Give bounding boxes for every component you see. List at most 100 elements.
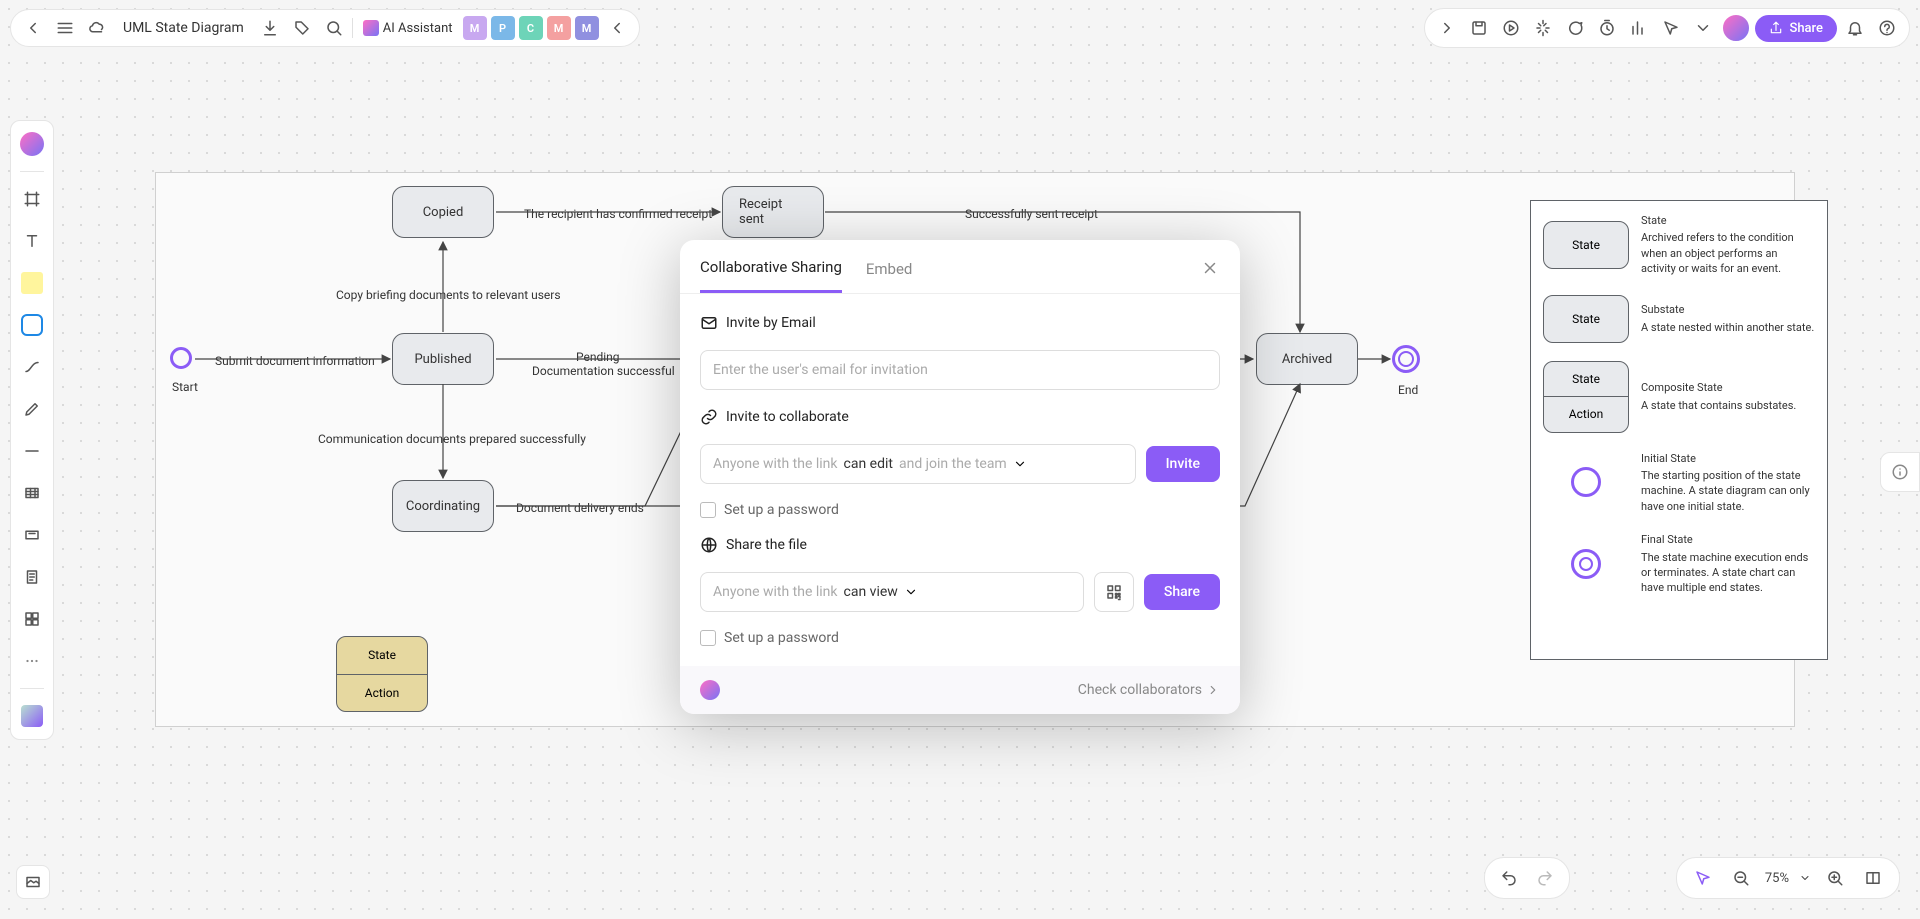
tab-embed[interactable]: Embed xyxy=(866,260,913,292)
redo-button[interactable] xyxy=(1531,864,1559,892)
document-tool[interactable] xyxy=(17,562,47,592)
document-title[interactable]: UML State Diagram xyxy=(115,20,252,36)
fit-screen-button[interactable] xyxy=(1859,864,1887,892)
invite-email-section-label: Invite by Email xyxy=(700,314,1220,332)
legend-substate-box: State xyxy=(1543,295,1629,343)
invite-button[interactable]: Invite xyxy=(1146,446,1220,482)
edge-label: Documentation successful xyxy=(532,364,675,378)
collaborator-avatar[interactable]: P xyxy=(491,16,515,40)
chevron-right-icon xyxy=(1206,681,1220,699)
chart-icon[interactable] xyxy=(1625,14,1653,42)
frame-tool[interactable] xyxy=(17,184,47,214)
edge-label: The recipient has confirmed receipt xyxy=(524,207,712,221)
share-file-section-label: Share the file xyxy=(700,536,1220,554)
play-icon[interactable] xyxy=(1497,14,1525,42)
collaborator-avatar[interactable]: M xyxy=(575,16,599,40)
save-icon[interactable] xyxy=(1465,14,1493,42)
comment-icon[interactable] xyxy=(1561,14,1589,42)
legend-panel: State StateArchived refers to the condit… xyxy=(1530,200,1828,660)
email-icon xyxy=(700,314,718,332)
brand-logo-icon xyxy=(700,680,720,700)
collapse-right-icon[interactable] xyxy=(603,14,631,42)
close-icon[interactable] xyxy=(1198,256,1222,280)
email-input[interactable] xyxy=(700,350,1220,390)
share-file-button[interactable]: Share xyxy=(1144,574,1220,610)
undo-button[interactable] xyxy=(1495,864,1523,892)
state-node-coordinating[interactable]: Coordinating xyxy=(392,480,494,532)
tab-collaborative-sharing[interactable]: Collaborative Sharing xyxy=(700,258,842,293)
end-label: End xyxy=(1398,383,1418,397)
state-node-archived[interactable]: Archived xyxy=(1256,333,1358,385)
collaborator-avatar[interactable]: M xyxy=(547,16,571,40)
invite-collaborate-section-label: Invite to collaborate xyxy=(700,408,1220,426)
more-tools[interactable] xyxy=(17,646,47,676)
more-options-icon[interactable] xyxy=(1689,14,1717,42)
zoom-out-button[interactable] xyxy=(1727,864,1755,892)
text-tool[interactable] xyxy=(17,226,47,256)
initial-state-node[interactable] xyxy=(170,347,192,369)
tag-button[interactable] xyxy=(288,14,316,42)
state-node-published[interactable]: Published xyxy=(392,333,494,385)
collaborator-avatar[interactable]: C xyxy=(519,16,543,40)
free-composite-node[interactable]: State Action xyxy=(336,636,428,712)
pen-tool[interactable] xyxy=(17,394,47,424)
menu-button[interactable] xyxy=(51,14,79,42)
edge-label: Successfully sent receipt xyxy=(965,207,1098,221)
minimap-toggle[interactable] xyxy=(16,865,50,899)
zoom-bar: 75% xyxy=(1676,857,1900,899)
qr-code-button[interactable] xyxy=(1094,572,1134,612)
legend-composite-box: State Action xyxy=(1543,361,1629,433)
templates-icon[interactable] xyxy=(17,701,47,731)
chevron-down-icon[interactable] xyxy=(1799,869,1811,887)
line-tool[interactable] xyxy=(17,436,47,466)
table-tool[interactable] xyxy=(17,478,47,508)
final-state-node[interactable] xyxy=(1392,345,1420,373)
expand-left-icon[interactable] xyxy=(1433,14,1461,42)
info-panel-toggle[interactable] xyxy=(1880,452,1920,492)
automation-icon[interactable] xyxy=(1529,14,1557,42)
edge-label: Communication documents prepared success… xyxy=(318,432,586,446)
collaborator-avatar[interactable]: M xyxy=(463,16,487,40)
zoom-in-button[interactable] xyxy=(1821,864,1849,892)
legend-initial-icon xyxy=(1543,467,1629,497)
legend-final-icon xyxy=(1543,549,1629,579)
shape-tool[interactable] xyxy=(17,310,47,340)
back-button[interactable] xyxy=(19,14,47,42)
textbox-tool[interactable] xyxy=(17,520,47,550)
chevron-down-icon xyxy=(1013,455,1027,473)
collaborate-password-checkbox[interactable]: Set up a password xyxy=(700,502,1220,518)
share-password-checkbox[interactable]: Set up a password xyxy=(700,630,1220,646)
zoom-level[interactable]: 75% xyxy=(1765,871,1789,886)
ai-assistant-button[interactable]: AI Assistant xyxy=(357,20,459,36)
edge-label: Submit document information xyxy=(215,354,375,368)
search-button[interactable] xyxy=(320,14,348,42)
share-modal: Collaborative Sharing Embed Invite by Em… xyxy=(680,240,1240,714)
brand-palette-icon[interactable] xyxy=(17,129,47,159)
state-node-copied[interactable]: Copied xyxy=(392,186,494,238)
legend-state-box: State xyxy=(1543,221,1629,269)
notifications-icon[interactable] xyxy=(1841,14,1869,42)
sticky-note-tool[interactable] xyxy=(17,268,47,298)
cursor-icon[interactable] xyxy=(1657,14,1685,42)
user-avatar[interactable] xyxy=(1721,13,1751,43)
chevron-down-icon xyxy=(904,583,918,601)
collaborate-permission-select[interactable]: Anyone with the link can edit and join t… xyxy=(700,444,1136,484)
ai-icon xyxy=(363,20,379,36)
connector-tool[interactable] xyxy=(17,352,47,382)
edge-label: Document delivery ends xyxy=(516,501,644,515)
check-collaborators-link[interactable]: Check collaborators xyxy=(1078,681,1220,699)
download-button[interactable] xyxy=(256,14,284,42)
globe-icon xyxy=(700,536,718,554)
pointer-mode-button[interactable] xyxy=(1689,864,1717,892)
history-bar xyxy=(1484,857,1570,899)
grid-tool[interactable] xyxy=(17,604,47,634)
share-permission-select[interactable]: Anyone with the link can view xyxy=(700,572,1084,612)
start-label: Start xyxy=(172,380,198,394)
share-button[interactable]: Share xyxy=(1755,15,1837,42)
edge-label: Pending xyxy=(576,350,620,364)
state-node-receipt-sent[interactable]: Receipt sent xyxy=(722,186,824,238)
timer-icon[interactable] xyxy=(1593,14,1621,42)
link-icon xyxy=(700,408,718,426)
help-icon[interactable] xyxy=(1873,14,1901,42)
tool-palette xyxy=(10,120,54,740)
